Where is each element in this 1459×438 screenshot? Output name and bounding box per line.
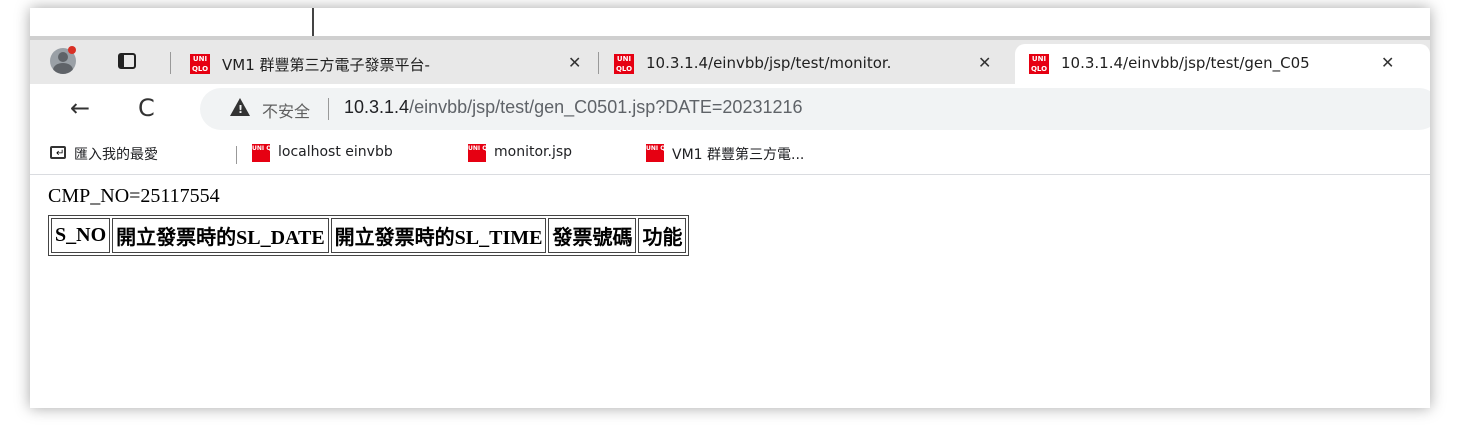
uniqlo-favicon: UNI QLO: [646, 144, 674, 162]
page-content: CMP_NO=25117554 S_NO 開立發票時的SL_DATE 開立發票時…: [30, 175, 1430, 408]
uniqlo-favicon: UNI QLO: [1029, 54, 1049, 74]
uniqlo-favicon: UNI QLO: [252, 144, 280, 162]
bookmark-label: 匯入我的最愛: [74, 147, 158, 163]
header-sl-date: 開立發票時的SL_DATE: [112, 218, 329, 253]
tab-separator: [170, 52, 171, 74]
profile-body: [53, 63, 73, 74]
tab-vm1[interactable]: UNI QLO VM1 群豐第三方電子發票平台- ✕: [176, 44, 596, 84]
tab-title: 10.3.1.4/einvbb/jsp/test/gen_C05: [1061, 54, 1310, 72]
close-icon[interactable]: ✕: [1381, 53, 1394, 72]
cmp-number: CMP_NO=25117554: [48, 185, 220, 207]
tab-separator: [598, 52, 599, 74]
profile-head: [58, 52, 68, 62]
tab-actions-icon[interactable]: [118, 53, 136, 69]
header-sl-time: 開立發票時的SL_TIME: [330, 218, 547, 253]
reload-icon[interactable]: C: [138, 94, 155, 122]
address-bar-row: ← C ! 不安全 10.3.1.4/einvbb/jsp/test/gen_C…: [30, 84, 1430, 134]
invoice-table: S_NO 開立發票時的SL_DATE 開立發票時的SL_TIME 發票號碼 功能: [48, 215, 690, 256]
omnibox-separator: [328, 98, 329, 120]
close-icon[interactable]: ✕: [568, 53, 581, 72]
uniqlo-favicon: UNI QLO: [614, 54, 634, 74]
header-s-no: S_NO: [51, 218, 111, 253]
bookmark-separator: [236, 146, 237, 164]
tab-monitor[interactable]: UNI QLO 10.3.1.4/einvbb/jsp/test/monitor…: [600, 44, 1010, 84]
bookmark-folder-icon: [50, 146, 66, 159]
tab-title: 10.3.1.4/einvbb/jsp/test/monitor.: [646, 54, 892, 72]
bookmarks-bar: 匯入我的最愛 UNI QLO localhost einvbb UNI QLO …: [30, 134, 1430, 175]
uniqlo-favicon: UNI QLO: [468, 144, 496, 162]
window-title-strip: [30, 8, 1430, 40]
tab-bar: UNI QLO VM1 群豐第三方電子發票平台- ✕ UNI QLO 10.3.…: [30, 40, 1430, 84]
bookmark-label: VM1 群豐第三方電...: [672, 147, 805, 163]
back-icon[interactable]: ←: [70, 94, 90, 122]
tab-title-fade: [950, 50, 980, 78]
bookmark-import[interactable]: 匯入我的最愛: [74, 144, 158, 164]
close-icon[interactable]: ✕: [978, 53, 991, 72]
url-host: 10.3.1.4: [344, 97, 410, 117]
tab-title-fade: [536, 50, 566, 78]
browser-window: UNI QLO VM1 群豐第三方電子發票平台- ✕ UNI QLO 10.3.…: [30, 8, 1430, 408]
header-invoice-number: 發票號碼: [548, 218, 637, 253]
bookmark-label: monitor.jsp: [494, 144, 573, 160]
uniqlo-favicon: UNI QLO: [190, 54, 210, 74]
header-function: 功能: [638, 218, 687, 253]
tab-title: VM1 群豐第三方電子發票平台-: [222, 56, 430, 74]
profile-notification-dot: [68, 46, 76, 54]
table-header-row: S_NO 開立發票時的SL_DATE 開立發票時的SL_TIME 發票號碼 功能: [51, 218, 687, 253]
bookmark-label: localhost einvbb: [278, 144, 393, 160]
omnibox[interactable]: ! 不安全 10.3.1.4/einvbb/jsp/test/gen_C0501…: [200, 88, 1430, 130]
tab-title-fade: [1347, 50, 1377, 78]
url-text[interactable]: 10.3.1.4/einvbb/jsp/test/gen_C0501.jsp?D…: [344, 97, 803, 118]
warning-icon-mark: !: [238, 103, 244, 116]
security-label[interactable]: 不安全: [262, 98, 310, 122]
tab-gen-c0501[interactable]: UNI QLO 10.3.1.4/einvbb/jsp/test/gen_C05…: [1015, 44, 1430, 84]
url-path: /einvbb/jsp/test/gen_C0501.jsp?DATE=2023…: [409, 97, 803, 117]
